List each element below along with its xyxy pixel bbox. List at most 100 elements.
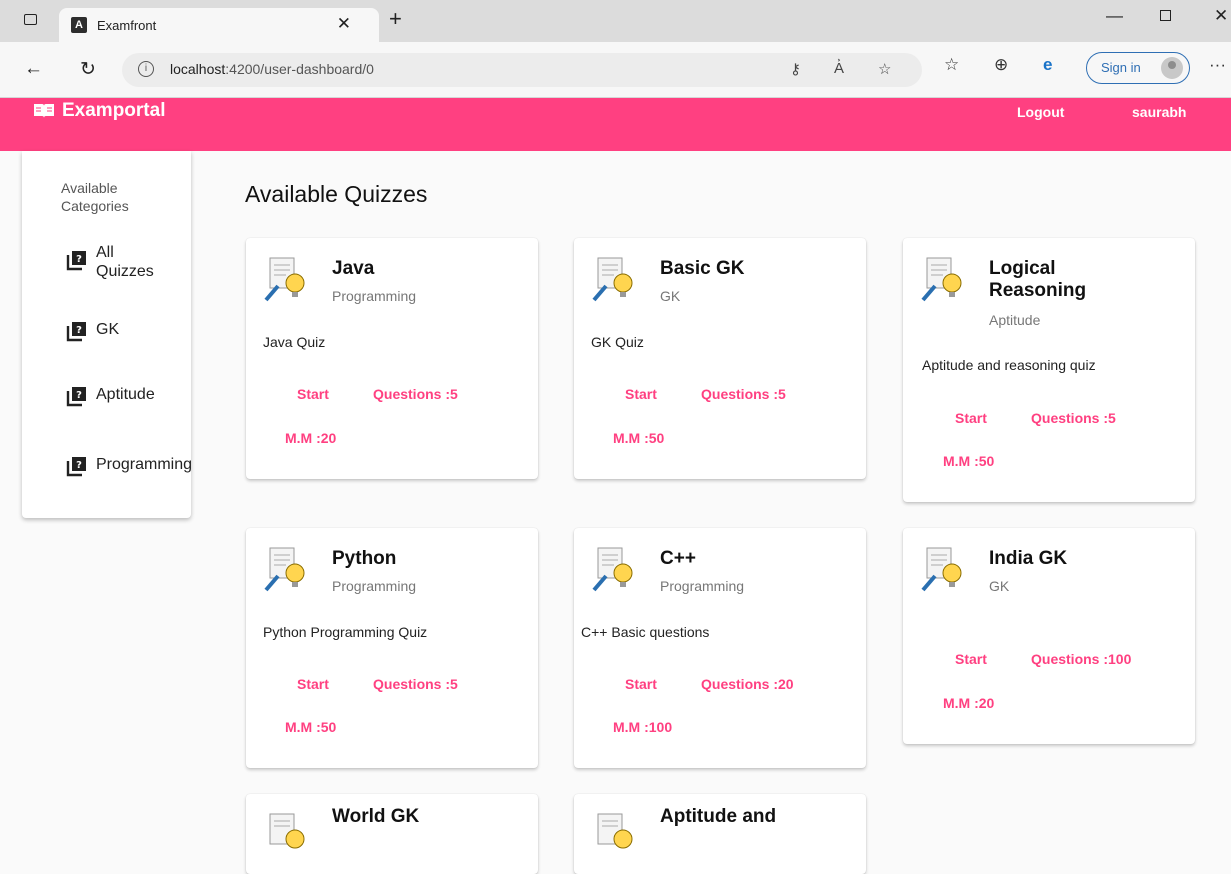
read-aloud-icon[interactable]: A͐ (834, 60, 844, 77)
sign-in-button[interactable]: Sign in (1086, 52, 1190, 84)
quiz-card-python: Python Programming Python Programming Qu… (246, 528, 538, 768)
window-icon[interactable] (24, 14, 37, 25)
quiz-lightbulb-icon (264, 547, 305, 592)
sidebar-item-label: Programming (96, 456, 193, 473)
quiz-category: Programming (332, 578, 417, 594)
quiz-card-world-gk: World GK (246, 794, 538, 874)
url-field[interactable]: i localhost:4200/user-dashboard/0 ⚷ A͐ ☆ (122, 53, 922, 87)
page-title: Available Quizzes (245, 181, 428, 207)
app-toolbar: Examportal Logout saurabh (0, 98, 1231, 151)
quiz-icon: ? (66, 251, 86, 271)
edge-icon[interactable]: e (1043, 55, 1052, 75)
quiz-category: Programming (660, 578, 745, 594)
sign-in-label: Sign in (1101, 60, 1141, 75)
start-button[interactable]: Start (625, 386, 657, 402)
url-path: :4200/user-dashboard/0 (225, 61, 374, 77)
quiz-card-india-gk: India GK GK Start Questions :100 M.M :20 (903, 528, 1195, 744)
angular-logo-icon: A (71, 17, 87, 33)
max-marks-button[interactable]: M.M :20 (943, 695, 994, 711)
url-text: localhost:4200/user-dashboard/0 (170, 61, 374, 77)
start-button[interactable]: Start (955, 410, 987, 426)
max-marks-button[interactable]: M.M :50 (613, 430, 664, 446)
questions-button[interactable]: Questions :5 (1031, 410, 1116, 426)
quiz-title: Python (332, 548, 397, 569)
new-tab-icon[interactable]: + (389, 6, 402, 32)
sidebar-item-label: Aptitude (96, 386, 155, 403)
sidebar-heading: Available Categories (61, 180, 129, 214)
url-host: localhost (170, 61, 226, 77)
questions-button[interactable]: Questions :5 (373, 386, 458, 402)
svg-text:?: ? (76, 390, 82, 401)
minimize-icon[interactable]: — (1106, 6, 1123, 26)
tab-title: Examfront (97, 18, 157, 33)
quiz-title: Logical Reasoning (989, 258, 1087, 301)
back-arrow-icon[interactable]: ← (24, 58, 43, 80)
start-button[interactable]: Start (625, 676, 657, 692)
quiz-lightbulb-icon (592, 257, 633, 302)
username-link[interactable]: saurabh (1132, 104, 1186, 120)
quiz-card-aptitude-and: Aptitude and (574, 794, 866, 874)
quiz-card-basic-gk: Basic GK GK GK Quiz Start Questions :5 M… (574, 238, 866, 479)
quiz-lightbulb-icon (921, 257, 962, 302)
svg-text:?: ? (76, 325, 82, 336)
quiz-description: Python Programming Quiz (263, 624, 428, 640)
start-button[interactable]: Start (297, 386, 329, 402)
quiz-title: India GK (989, 548, 1068, 569)
refresh-icon[interactable]: ↻ (80, 58, 96, 81)
key-icon[interactable]: ⚷ (790, 60, 801, 78)
quiz-category: GK (660, 288, 681, 304)
start-button[interactable]: Start (955, 651, 987, 667)
browser-tab[interactable]: A Examfront ✕ (59, 8, 379, 42)
category-sidebar: Available Categories ? All Quizzes ? GK … (22, 151, 193, 518)
quiz-category: Programming (332, 288, 417, 304)
start-button[interactable]: Start (297, 676, 329, 692)
browser-tab-bar: A Examfront ✕ + — ✕ (0, 0, 1231, 42)
sidebar-item-label: GK (96, 321, 120, 338)
quiz-lightbulb-icon (592, 547, 633, 592)
close-window-icon[interactable]: ✕ (1214, 6, 1228, 26)
collections-icon[interactable]: ⊕ (994, 55, 1008, 75)
quiz-category: Aptitude (989, 312, 1041, 328)
quiz-title: Basic GK (660, 258, 745, 279)
logout-link[interactable]: Logout (1017, 104, 1064, 120)
maximize-icon[interactable] (1160, 10, 1171, 21)
quiz-description: Java Quiz (263, 334, 326, 350)
quiz-description: Aptitude and reasoning quiz (922, 357, 1096, 373)
book-icon (34, 104, 54, 118)
profile-avatar-icon (1161, 57, 1183, 79)
favorites-list-icon[interactable]: ☆ (944, 55, 959, 75)
svg-text:?: ? (76, 254, 82, 265)
quiz-title: World GK (332, 806, 420, 827)
quiz-card-logical-reasoning: Logical Reasoning Aptitude Aptitude and … (903, 238, 1195, 502)
quiz-icon: ? (66, 322, 86, 342)
info-icon[interactable]: i (138, 61, 154, 77)
quiz-title: Aptitude and (660, 806, 777, 827)
more-options-icon[interactable]: ··· (1209, 55, 1226, 75)
quiz-description: GK Quiz (591, 334, 644, 350)
quiz-description: C++ Basic questions (581, 624, 710, 640)
quiz-title: Java (332, 258, 375, 279)
quiz-category: GK (989, 578, 1010, 594)
quiz-title: C++ (660, 548, 696, 569)
sidebar-item-label: All Quizzes (96, 244, 154, 280)
questions-button[interactable]: Questions :5 (701, 386, 786, 402)
close-tab-icon[interactable]: ✕ (337, 14, 351, 34)
max-marks-button[interactable]: M.M :50 (285, 719, 336, 735)
quiz-icon: ? (66, 387, 86, 407)
quiz-lightbulb-icon (264, 257, 305, 302)
max-marks-button[interactable]: M.M :50 (943, 453, 994, 469)
favorite-star-icon[interactable]: ☆ (878, 60, 891, 78)
app-brand[interactable]: Examportal (62, 100, 165, 122)
questions-button[interactable]: Questions :5 (373, 676, 458, 692)
quiz-lightbulb-icon (269, 813, 305, 849)
questions-button[interactable]: Questions :20 (701, 676, 794, 692)
quiz-card-cpp: C++ Programming C++ Basic questions Star… (574, 528, 866, 768)
quiz-card-java: Java Programming Java Quiz Start Questio… (246, 238, 538, 479)
max-marks-button[interactable]: M.M :100 (613, 719, 672, 735)
browser-address-bar: ← ↻ i localhost:4200/user-dashboard/0 ⚷ … (0, 42, 1231, 98)
max-marks-button[interactable]: M.M :20 (285, 430, 336, 446)
questions-button[interactable]: Questions :100 (1031, 651, 1131, 667)
quiz-icon: ? (66, 457, 86, 477)
quiz-lightbulb-icon (597, 813, 633, 849)
quiz-lightbulb-icon (921, 547, 962, 592)
